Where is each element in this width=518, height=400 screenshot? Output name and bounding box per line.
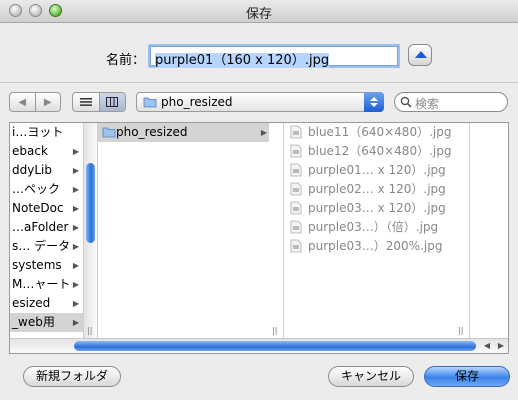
new-folder-button[interactable]: 新規フォルダ xyxy=(23,366,121,387)
file-item: blue12（640×480）.jpg xyxy=(284,142,469,161)
image-file-icon xyxy=(290,220,302,234)
browser-column-2[interactable]: pho_resized ▶ || xyxy=(98,123,284,339)
image-file-icon xyxy=(290,182,302,196)
file-item-label: purple03…）200%.jpg xyxy=(308,239,443,253)
forward-arrow-icon: ▶ xyxy=(43,96,52,108)
column-resize-grip-icon[interactable]: || xyxy=(458,326,463,335)
nav-segment: ◀ ▶ xyxy=(9,92,61,112)
folder-icon xyxy=(102,127,116,138)
disclosure-arrow-icon: ▶ xyxy=(72,204,79,213)
column-resize-grip-icon[interactable]: || xyxy=(87,326,92,335)
image-file-icon xyxy=(290,144,302,158)
path-popup-label: pho_resized xyxy=(161,95,233,109)
scroll-right-arrow-icon[interactable]: ▶ xyxy=(498,341,504,350)
file-item: purple03…）（倍）.jpg xyxy=(284,218,469,237)
save-as-row: 名前： purple01（160 x 120）.jpg xyxy=(0,44,518,70)
back-button[interactable]: ◀ xyxy=(10,93,36,111)
list-item-label: pho_resized xyxy=(116,125,188,139)
file-item: purple03…）200%.jpg xyxy=(284,237,469,256)
scroll-thumb[interactable] xyxy=(86,163,95,243)
save-as-label: 名前： xyxy=(106,53,146,68)
search-icon xyxy=(400,96,412,108)
scroll-left-arrow-icon[interactable]: ◀ xyxy=(484,341,490,350)
view-segment xyxy=(72,92,126,112)
file-item-label: blue11（640×480）.jpg xyxy=(308,125,452,139)
list-item-label: M…ャート xyxy=(12,277,71,291)
collapse-dialog-button[interactable] xyxy=(408,44,432,66)
save-as-value: purple01（160 x 120）.jpg xyxy=(155,53,330,68)
save-dialog: 保存 名前： purple01（160 x 120）.jpg ◀ ▶ pho_r… xyxy=(0,0,518,400)
column-view-button[interactable] xyxy=(99,93,125,111)
list-item-selected[interactable]: pho_resized ▶ xyxy=(98,123,283,142)
save-as-input[interactable]: purple01（160 x 120）.jpg xyxy=(150,46,398,68)
file-item-label: purple03… x 120）.jpg xyxy=(308,201,446,215)
title-bar: 保存 xyxy=(0,0,518,23)
column-1-scrollbar[interactable]: || xyxy=(83,123,97,339)
list-view-icon xyxy=(79,98,92,106)
list-item-label: systems xyxy=(12,258,62,272)
chevron-up-icon xyxy=(415,51,427,58)
path-popup[interactable]: pho_resized xyxy=(136,92,384,112)
search-placeholder: 検索 xyxy=(415,97,440,111)
column-3-scrollbar[interactable]: || xyxy=(455,123,469,339)
list-item-label: …aFolder xyxy=(12,220,69,234)
horizontal-scrollbar[interactable]: ◀ ▶ xyxy=(10,338,508,353)
column-view-icon xyxy=(106,97,119,107)
file-item: blue11（640×480）.jpg xyxy=(284,123,469,142)
search-field[interactable]: 検索 xyxy=(394,92,508,112)
horizontal-scroll-thumb[interactable] xyxy=(74,341,476,351)
browser-toolbar: ◀ ▶ pho_resized 検索 xyxy=(0,90,518,116)
disclosure-arrow-icon: ▶ xyxy=(72,318,79,327)
disclosure-arrow-icon: ▶ xyxy=(260,128,267,137)
forward-button[interactable]: ▶ xyxy=(36,93,61,111)
folder-icon xyxy=(143,97,157,108)
window-title: 保存 xyxy=(245,7,272,22)
list-item-label: s… データ xyxy=(12,239,71,253)
image-file-icon xyxy=(290,239,302,253)
disclosure-arrow-icon: ▶ xyxy=(72,261,79,270)
image-file-icon xyxy=(290,125,302,139)
column-2-scrollbar[interactable]: || xyxy=(269,123,283,339)
list-item-label: eback xyxy=(12,144,48,158)
file-item-label: blue12（640×480）.jpg xyxy=(308,144,452,158)
disclosure-arrow-icon: ▶ xyxy=(72,185,79,194)
list-view-button[interactable] xyxy=(73,93,100,111)
disclosure-arrow-icon: ▶ xyxy=(72,242,79,251)
disclosure-arrow-icon: ▶ xyxy=(72,299,79,308)
divider xyxy=(0,82,518,83)
disclosure-arrow-icon: ▶ xyxy=(72,223,79,232)
column-browser: i…ヨット eback ▶ ddyLib ▶ …ペック ▶ NoteDoc ▶ …aFo… xyxy=(9,122,509,354)
cancel-button[interactable]: キャンセル xyxy=(328,366,414,387)
list-item-label: NoteDoc xyxy=(12,201,64,215)
list-item-label: i…ヨット xyxy=(12,125,64,139)
file-item: purple01… x 120）.jpg xyxy=(284,161,469,180)
file-item-label: purple02… x 120）.jpg xyxy=(308,182,446,196)
image-file-icon xyxy=(290,163,302,177)
list-item-label: ddyLib xyxy=(12,163,52,177)
list-item-label: _web用 xyxy=(12,315,55,329)
browser-column-3[interactable]: blue11（640×480）.jpg blue12（640×480）.jpg … xyxy=(284,123,470,339)
browser-column-1[interactable]: i…ヨット eback ▶ ddyLib ▶ …ペック ▶ NoteDoc ▶ …aFo… xyxy=(10,123,98,339)
list-item-label: …ペック xyxy=(12,182,61,196)
back-arrow-icon: ◀ xyxy=(18,96,27,108)
file-item: purple03… x 120）.jpg xyxy=(284,199,469,218)
popup-arrows-icon xyxy=(364,92,384,112)
image-file-icon xyxy=(290,201,302,215)
save-button[interactable]: 保存 xyxy=(424,366,510,387)
disclosure-arrow-icon: ▶ xyxy=(72,280,79,289)
file-item: purple02… x 120）.jpg xyxy=(284,180,469,199)
file-item-label: purple01… x 120）.jpg xyxy=(308,163,446,177)
disclosure-arrow-icon: ▶ xyxy=(72,166,79,175)
file-item-label: purple03…）（倍）.jpg xyxy=(308,220,439,234)
list-item-label: esized xyxy=(12,296,51,310)
disclosure-arrow-icon: ▶ xyxy=(72,147,79,156)
column-resize-grip-icon[interactable]: || xyxy=(272,326,277,335)
